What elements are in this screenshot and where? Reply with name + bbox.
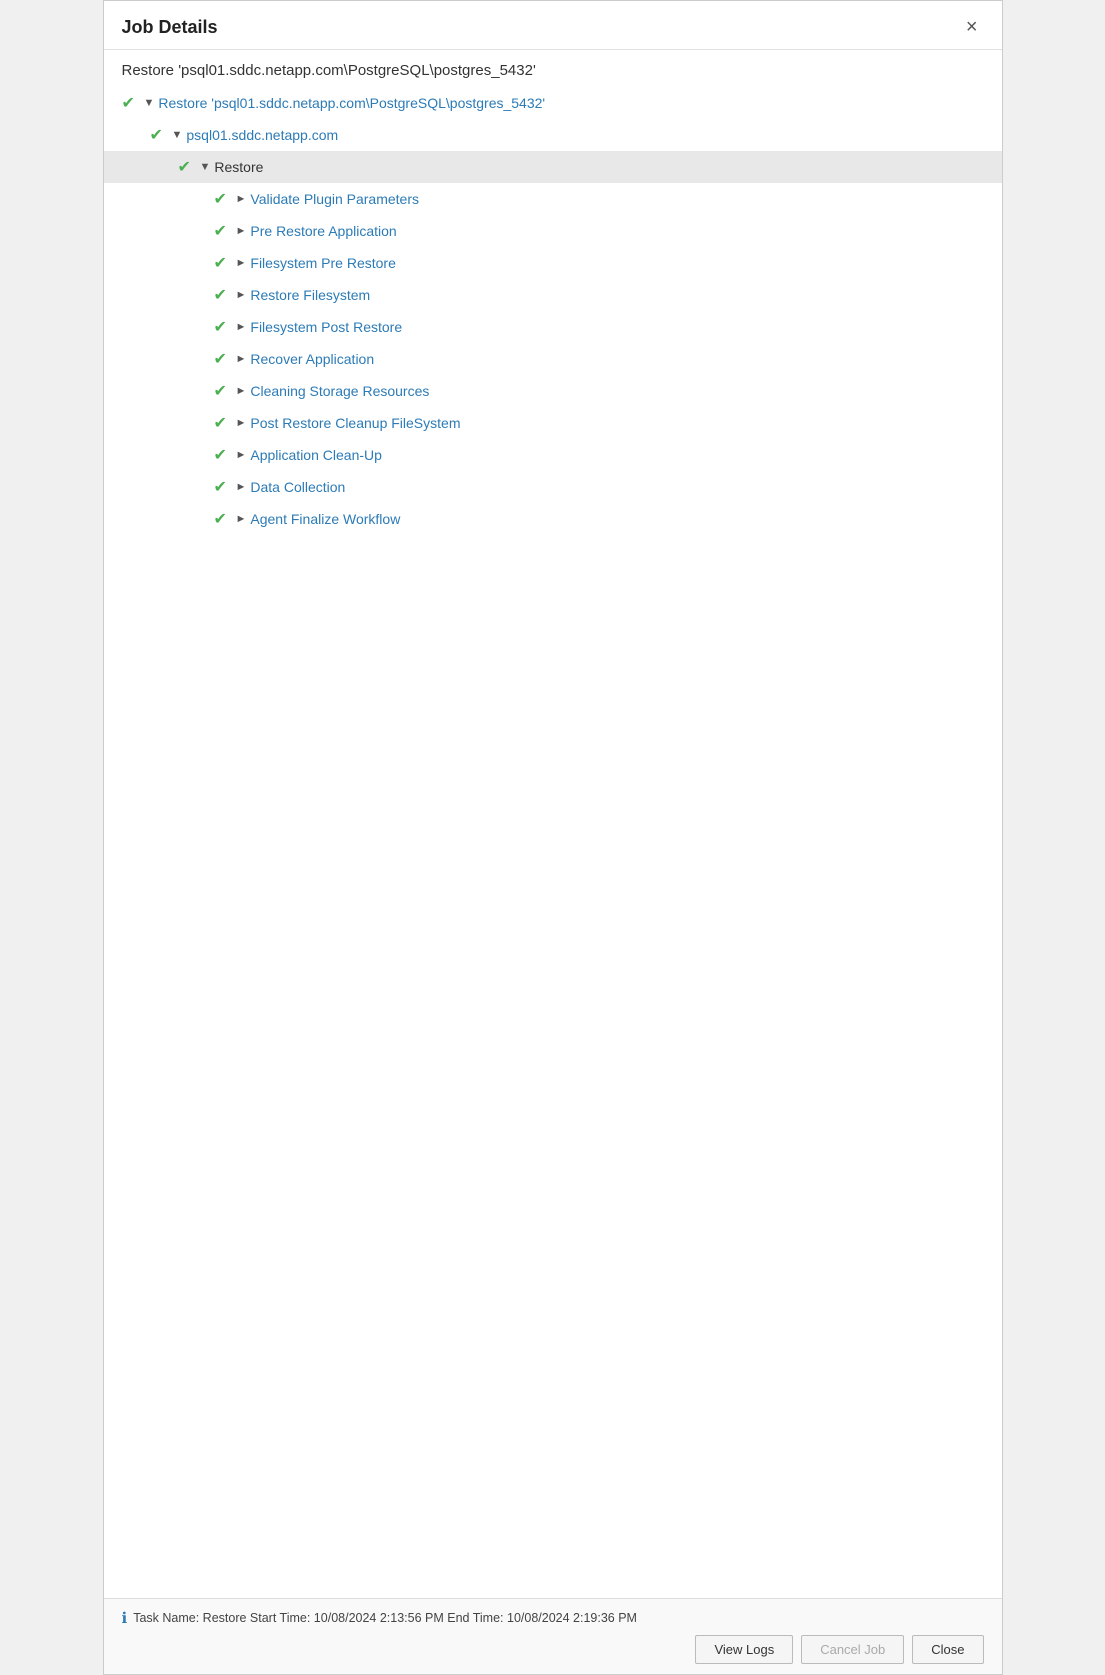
cancel-job-button[interactable]: Cancel Job bbox=[801, 1635, 904, 1664]
expand-l2-icon[interactable]: ▼ bbox=[200, 161, 211, 173]
dialog-footer: ℹ Task Name: Restore Start Time: 10/08/2… bbox=[104, 1598, 1002, 1674]
check-icon-root: ✔ bbox=[122, 93, 144, 113]
label-pre-restore[interactable]: Pre Restore Application bbox=[250, 223, 396, 239]
tree-item-pre-restore: ✔ ► Pre Restore Application bbox=[104, 215, 1002, 247]
expand-data-collection-icon[interactable]: ► bbox=[236, 481, 247, 493]
label-clean-storage[interactable]: Cleaning Storage Resources bbox=[250, 383, 429, 399]
dialog-header: Job Details × bbox=[104, 1, 1002, 50]
label-app-cleanup[interactable]: Application Clean-Up bbox=[250, 447, 382, 463]
check-icon-recover-app: ✔ bbox=[214, 349, 236, 369]
info-icon: ℹ bbox=[122, 1609, 128, 1627]
tree-item-recover-app: ✔ ► Recover Application bbox=[104, 343, 1002, 375]
footer-status: ℹ Task Name: Restore Start Time: 10/08/2… bbox=[122, 1609, 984, 1635]
label-validate[interactable]: Validate Plugin Parameters bbox=[250, 191, 419, 207]
expand-fs-pre-restore-icon[interactable]: ► bbox=[236, 257, 247, 269]
tree-item-fs-post-restore: ✔ ► Filesystem Post Restore bbox=[104, 311, 1002, 343]
dialog-content: ✔ ▼ Restore 'psql01.sddc.netapp.com\Post… bbox=[104, 87, 1002, 1598]
check-icon-restore-fs: ✔ bbox=[214, 285, 236, 305]
check-icon-app-cleanup: ✔ bbox=[214, 445, 236, 465]
dialog-subtitle: Restore 'psql01.sddc.netapp.com\PostgreS… bbox=[104, 50, 1002, 87]
label-fs-post-restore[interactable]: Filesystem Post Restore bbox=[250, 319, 402, 335]
dialog-title: Job Details bbox=[122, 17, 218, 38]
expand-fs-post-restore-icon[interactable]: ► bbox=[236, 321, 247, 333]
close-button[interactable]: Close bbox=[912, 1635, 983, 1664]
level2-label: Restore bbox=[214, 159, 263, 175]
expand-clean-storage-icon[interactable]: ► bbox=[236, 385, 247, 397]
tree-item-validate: ✔ ► Validate Plugin Parameters bbox=[104, 183, 1002, 215]
label-agent-finalize[interactable]: Agent Finalize Workflow bbox=[250, 511, 400, 527]
view-logs-button[interactable]: View Logs bbox=[695, 1635, 793, 1664]
tree-item-restore-fs: ✔ ► Restore Filesystem bbox=[104, 279, 1002, 311]
tree-level2-item: ✔ ▼ Restore bbox=[104, 151, 1002, 183]
tree-item-data-collection: ✔ ► Data Collection bbox=[104, 471, 1002, 503]
root-label[interactable]: Restore 'psql01.sddc.netapp.com\PostgreS… bbox=[158, 95, 545, 111]
expand-post-restore-cleanup-icon[interactable]: ► bbox=[236, 417, 247, 429]
label-post-restore-cleanup[interactable]: Post Restore Cleanup FileSystem bbox=[250, 415, 460, 431]
expand-root-icon[interactable]: ▼ bbox=[144, 97, 155, 109]
expand-l1-icon[interactable]: ▼ bbox=[172, 129, 183, 141]
check-icon-data-collection: ✔ bbox=[214, 477, 236, 497]
tree-item-app-cleanup: ✔ ► Application Clean-Up bbox=[104, 439, 1002, 471]
check-icon-l1: ✔ bbox=[150, 125, 172, 145]
tree-item-post-restore-cleanup: ✔ ► Post Restore Cleanup FileSystem bbox=[104, 407, 1002, 439]
check-icon-fs-pre-restore: ✔ bbox=[214, 253, 236, 273]
tree-item-agent-finalize: ✔ ► Agent Finalize Workflow bbox=[104, 503, 1002, 535]
check-icon-post-restore-cleanup: ✔ bbox=[214, 413, 236, 433]
check-icon-validate: ✔ bbox=[214, 189, 236, 209]
check-icon-pre-restore: ✔ bbox=[214, 221, 236, 241]
tree-item-fs-pre-restore: ✔ ► Filesystem Pre Restore bbox=[104, 247, 1002, 279]
close-x-button[interactable]: × bbox=[960, 15, 984, 39]
expand-recover-app-icon[interactable]: ► bbox=[236, 353, 247, 365]
check-icon-l2: ✔ bbox=[178, 157, 200, 177]
expand-app-cleanup-icon[interactable]: ► bbox=[236, 449, 247, 461]
status-text: Task Name: Restore Start Time: 10/08/202… bbox=[133, 1611, 637, 1625]
check-icon-fs-post-restore: ✔ bbox=[214, 317, 236, 337]
label-recover-app[interactable]: Recover Application bbox=[250, 351, 374, 367]
tree-level1-item: ✔ ▼ psql01.sddc.netapp.com bbox=[104, 119, 1002, 151]
expand-pre-restore-icon[interactable]: ► bbox=[236, 225, 247, 237]
check-icon-clean-storage: ✔ bbox=[214, 381, 236, 401]
expand-agent-finalize-icon[interactable]: ► bbox=[236, 513, 247, 525]
expand-validate-icon[interactable]: ► bbox=[236, 193, 247, 205]
label-restore-fs[interactable]: Restore Filesystem bbox=[250, 287, 370, 303]
tree-root-item: ✔ ▼ Restore 'psql01.sddc.netapp.com\Post… bbox=[104, 87, 1002, 119]
label-data-collection[interactable]: Data Collection bbox=[250, 479, 345, 495]
job-details-dialog: Job Details × Restore 'psql01.sddc.netap… bbox=[103, 0, 1003, 1675]
label-fs-pre-restore[interactable]: Filesystem Pre Restore bbox=[250, 255, 395, 271]
footer-buttons: View Logs Cancel Job Close bbox=[122, 1635, 984, 1664]
level1-label[interactable]: psql01.sddc.netapp.com bbox=[186, 127, 338, 143]
check-icon-agent-finalize: ✔ bbox=[214, 509, 236, 529]
tree-item-clean-storage: ✔ ► Cleaning Storage Resources bbox=[104, 375, 1002, 407]
expand-restore-fs-icon[interactable]: ► bbox=[236, 289, 247, 301]
